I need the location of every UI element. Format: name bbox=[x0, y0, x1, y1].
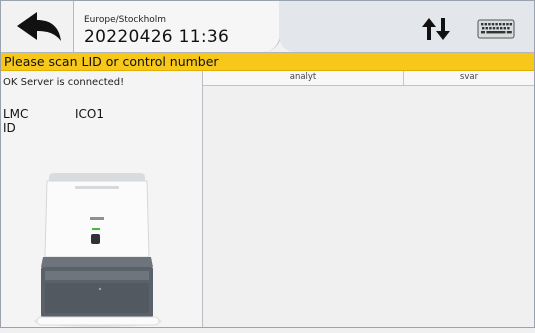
datetime-panel: Europe/Stockholm 20220426 11:36 bbox=[73, 1, 281, 52]
back-button[interactable] bbox=[9, 9, 69, 45]
results-table-body bbox=[203, 86, 534, 327]
arrow-left-icon bbox=[17, 12, 61, 41]
keyboard-icon bbox=[477, 19, 515, 39]
header-bar: Europe/Stockholm 20220426 11:36 bbox=[1, 1, 534, 53]
datetime-value: 20220426 11:36 bbox=[84, 27, 230, 47]
column-header-svar[interactable]: svar bbox=[404, 71, 534, 85]
results-panel: analyt svar bbox=[203, 71, 534, 327]
results-table-header: analyt svar bbox=[203, 71, 534, 86]
column-header-analyt[interactable]: analyt bbox=[203, 71, 404, 85]
server-status: OK Server is connected! bbox=[3, 77, 125, 88]
app-window: Europe/Stockholm 20220426 11:36 Please s… bbox=[0, 0, 535, 328]
scan-prompt-banner: Please scan LID or control number bbox=[1, 53, 534, 71]
lmc-value: ICO1 bbox=[75, 107, 104, 121]
lmc-label: LMC bbox=[3, 107, 29, 121]
timezone-label: Europe/Stockholm bbox=[84, 15, 167, 25]
analyzer-device-image bbox=[31, 171, 166, 329]
up-down-arrows-icon bbox=[422, 18, 450, 40]
scan-prompt-text: Please scan LID or control number bbox=[4, 54, 219, 69]
swap-button[interactable] bbox=[419, 16, 453, 42]
left-panel: OK Server is connected! LMC ICO1 ID bbox=[1, 71, 203, 327]
keyboard-button[interactable] bbox=[471, 16, 521, 42]
id-label: ID bbox=[3, 121, 16, 135]
